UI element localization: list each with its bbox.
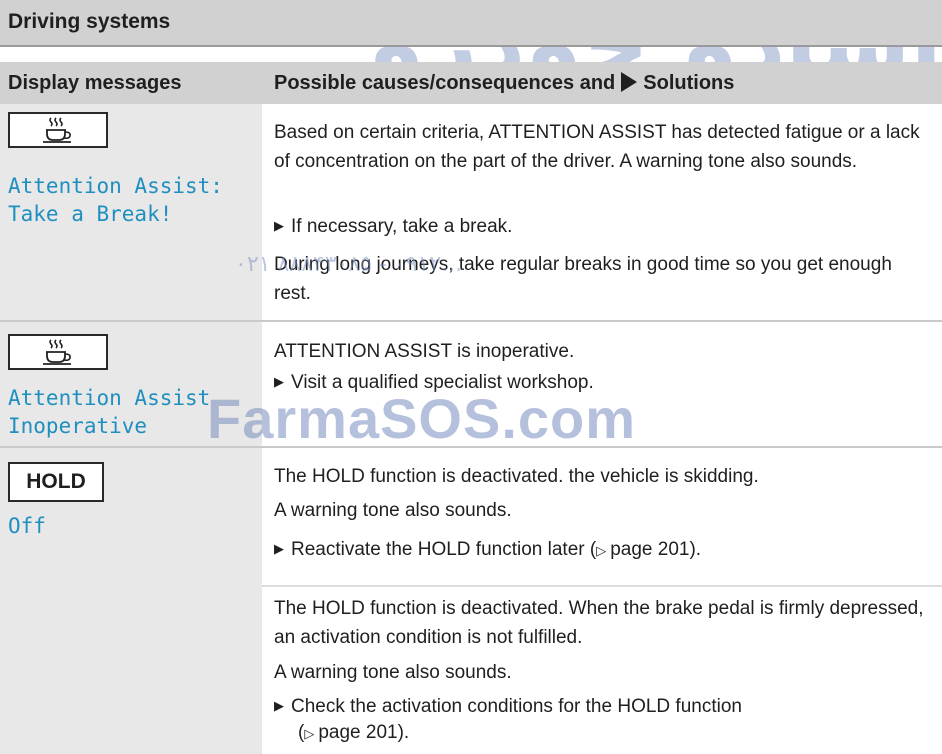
page-reference-link[interactable]: page 201). <box>596 539 701 560</box>
page-reference-line: (page 201). <box>298 718 942 748</box>
action-text-row3-case1: Reactivate the HOLD function later (page… <box>274 534 934 565</box>
solution-arrow-icon <box>621 72 638 92</box>
action-text-row3-case2: Check the activation conditions for the … <box>274 691 934 721</box>
cause-text-row3-case1: The HOLD function is deactivated. the ve… <box>274 466 759 487</box>
cause-text-row3-case2: The HOLD function is deactivated. When t… <box>274 598 924 648</box>
section-title: Driving systems <box>8 10 171 33</box>
table-header: Display messages Possible causes/consequ… <box>0 62 942 104</box>
display-message-hold-off: Off <box>8 514 46 538</box>
attention-assist-inoperative-display-box <box>8 334 108 370</box>
header-causes-solutions: Possible causes/consequences and Solution… <box>274 72 734 95</box>
row-divider <box>0 320 942 322</box>
action-text-row2: Visit a qualified specialist workshop. <box>274 367 934 397</box>
coffee-cup-icon <box>43 117 71 143</box>
tone-text-row3-case2: A warning tone also sounds. <box>274 662 512 683</box>
action-text-row1: If necessary, take a break. <box>274 211 934 241</box>
tone-text-row3-case1: A warning tone also sounds. <box>274 500 512 521</box>
note-text-row1: During long journeys, take regular break… <box>274 254 892 304</box>
section-header: Driving systems <box>0 0 942 47</box>
header-solutions-text: Solutions <box>643 72 735 94</box>
display-message-inoperative: Attention Assist Inoperative <box>8 386 211 438</box>
header-causes-text: Possible causes/consequences and <box>274 72 616 94</box>
hold-display-box: HOLD <box>8 462 104 502</box>
sub-row-divider <box>262 585 942 587</box>
action-label: Reactivate the HOLD function later ( <box>291 539 597 560</box>
attention-assist-display-box <box>8 112 108 148</box>
header-display-messages: Display messages <box>8 72 182 94</box>
row-divider <box>0 446 942 448</box>
coffee-cup-icon <box>43 339 71 365</box>
right-column-background <box>262 104 942 754</box>
display-message-take-a-break: Attention Assist: Take a Break! <box>8 174 223 226</box>
cause-text-row1: Based on certain criteria, ATTENTION ASS… <box>274 122 920 172</box>
page-reference-link[interactable]: page 201). <box>304 722 409 743</box>
cause-text-row2: ATTENTION ASSIST is inoperative. <box>274 341 575 362</box>
